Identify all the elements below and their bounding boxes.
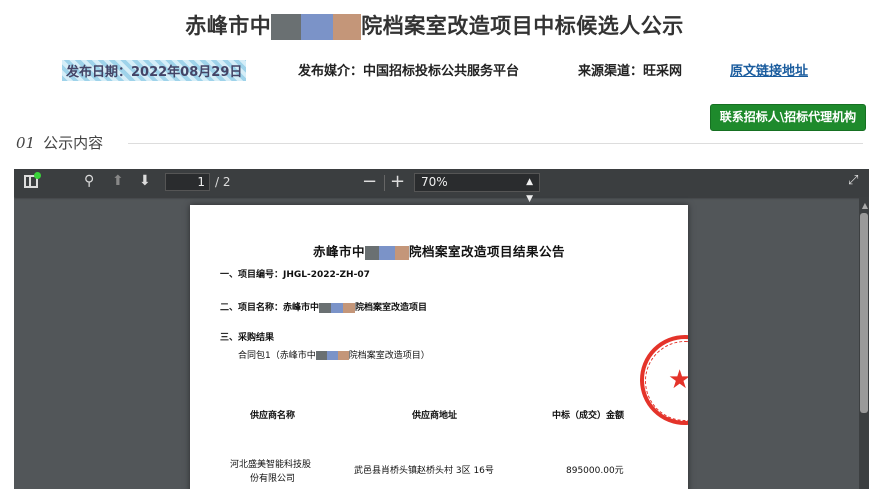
zoom-out-icon[interactable]: − — [362, 171, 377, 192]
pdf-toolbar: ⚲ ⬆ ⬇ 1 / 2 − + 70% ▲ ▼ ⤢ — [14, 169, 869, 204]
pdf-page: 赤峰市中 院档案室改造项目结果公告 一、项目编号：JHGL-2022-ZH-07 … — [190, 205, 688, 489]
publish-media: 发布媒介：中国招标投标公共服务平台 — [298, 64, 520, 79]
pdf-viewer: ⚲ ⬆ ⬇ 1 / 2 − + 70% ▲ ▼ ⤢ ▲ 赤峰市中 院档案室改造项目结… — [14, 169, 869, 489]
section-header: 01 公示内容 — [16, 132, 103, 153]
document-title: 赤峰市中 院档案室改造项目结果公告 — [312, 244, 566, 260]
page-number-input[interactable]: 1 — [165, 173, 210, 191]
redaction-block — [395, 245, 409, 260]
redaction-block — [379, 245, 395, 260]
project-number: 一、项目编号：JHGL-2022-ZH-07 — [220, 270, 370, 280]
zoom-in-icon[interactable]: + — [390, 171, 405, 192]
project-name: 二、项目名称：赤峰市中 院档案室改造项目 — [220, 302, 428, 313]
previous-page-icon[interactable]: ⬆ — [112, 173, 124, 189]
redaction-block — [333, 14, 362, 40]
page-title: 赤峰市中 院档案室改造项目中标候选人公示 — [185, 14, 684, 40]
award-amount: 895000.00元 — [566, 466, 624, 476]
divider — [384, 175, 385, 191]
redaction-block — [271, 14, 302, 40]
scroll-up-icon[interactable]: ▲ — [862, 201, 868, 210]
supplier-address: 武邑县肖桥头镇赵桥头村 3区 16号 — [354, 466, 494, 476]
original-link[interactable]: 原文链接地址 — [730, 60, 808, 79]
redaction-block — [343, 302, 356, 313]
dropdown-caret-icon: ▲ ▼ — [526, 177, 533, 204]
source-channel: 来源渠道：旺采网 — [578, 64, 683, 79]
section-label: 公示内容 — [43, 134, 104, 152]
search-icon[interactable]: ⚲ — [84, 173, 94, 189]
divider — [128, 143, 863, 144]
contract-package: 合同包1（赤峰市中 院档案室改造项目） — [238, 351, 430, 361]
column-header: 供应商名称 — [250, 411, 296, 421]
fullscreen-icon[interactable]: ⤢ — [848, 173, 858, 188]
zoom-select[interactable]: 70% ▲ ▼ — [414, 173, 540, 204]
column-header: 供应商地址 — [412, 411, 458, 421]
redaction-block — [301, 14, 334, 40]
supplier-name-line2: 份有限公司 — [250, 474, 296, 484]
redaction-block — [331, 302, 344, 313]
supplier-name-line1: 河北盛美智能科技股 — [230, 460, 312, 470]
redaction-block — [365, 245, 379, 260]
redaction-block — [337, 351, 349, 360]
seal-star-icon: ★ — [668, 365, 688, 395]
contact-tenderer-button[interactable]: 联系招标人\招标代理机构 — [710, 104, 866, 131]
notification-dot — [34, 172, 41, 179]
publish-date: 发布日期：2022年08月29日 — [62, 60, 247, 81]
column-header: 中标（成交）金额 — [552, 411, 625, 421]
section-number: 01 — [16, 134, 36, 152]
next-page-icon[interactable]: ⬇ — [139, 173, 151, 189]
scroll-thumb[interactable] — [860, 213, 868, 413]
page-total: / 2 — [215, 175, 231, 189]
procurement-result-heading: 三、采购结果 — [220, 333, 275, 343]
redaction-block — [319, 302, 332, 313]
redaction-block — [326, 351, 338, 360]
redaction-block — [315, 351, 327, 360]
